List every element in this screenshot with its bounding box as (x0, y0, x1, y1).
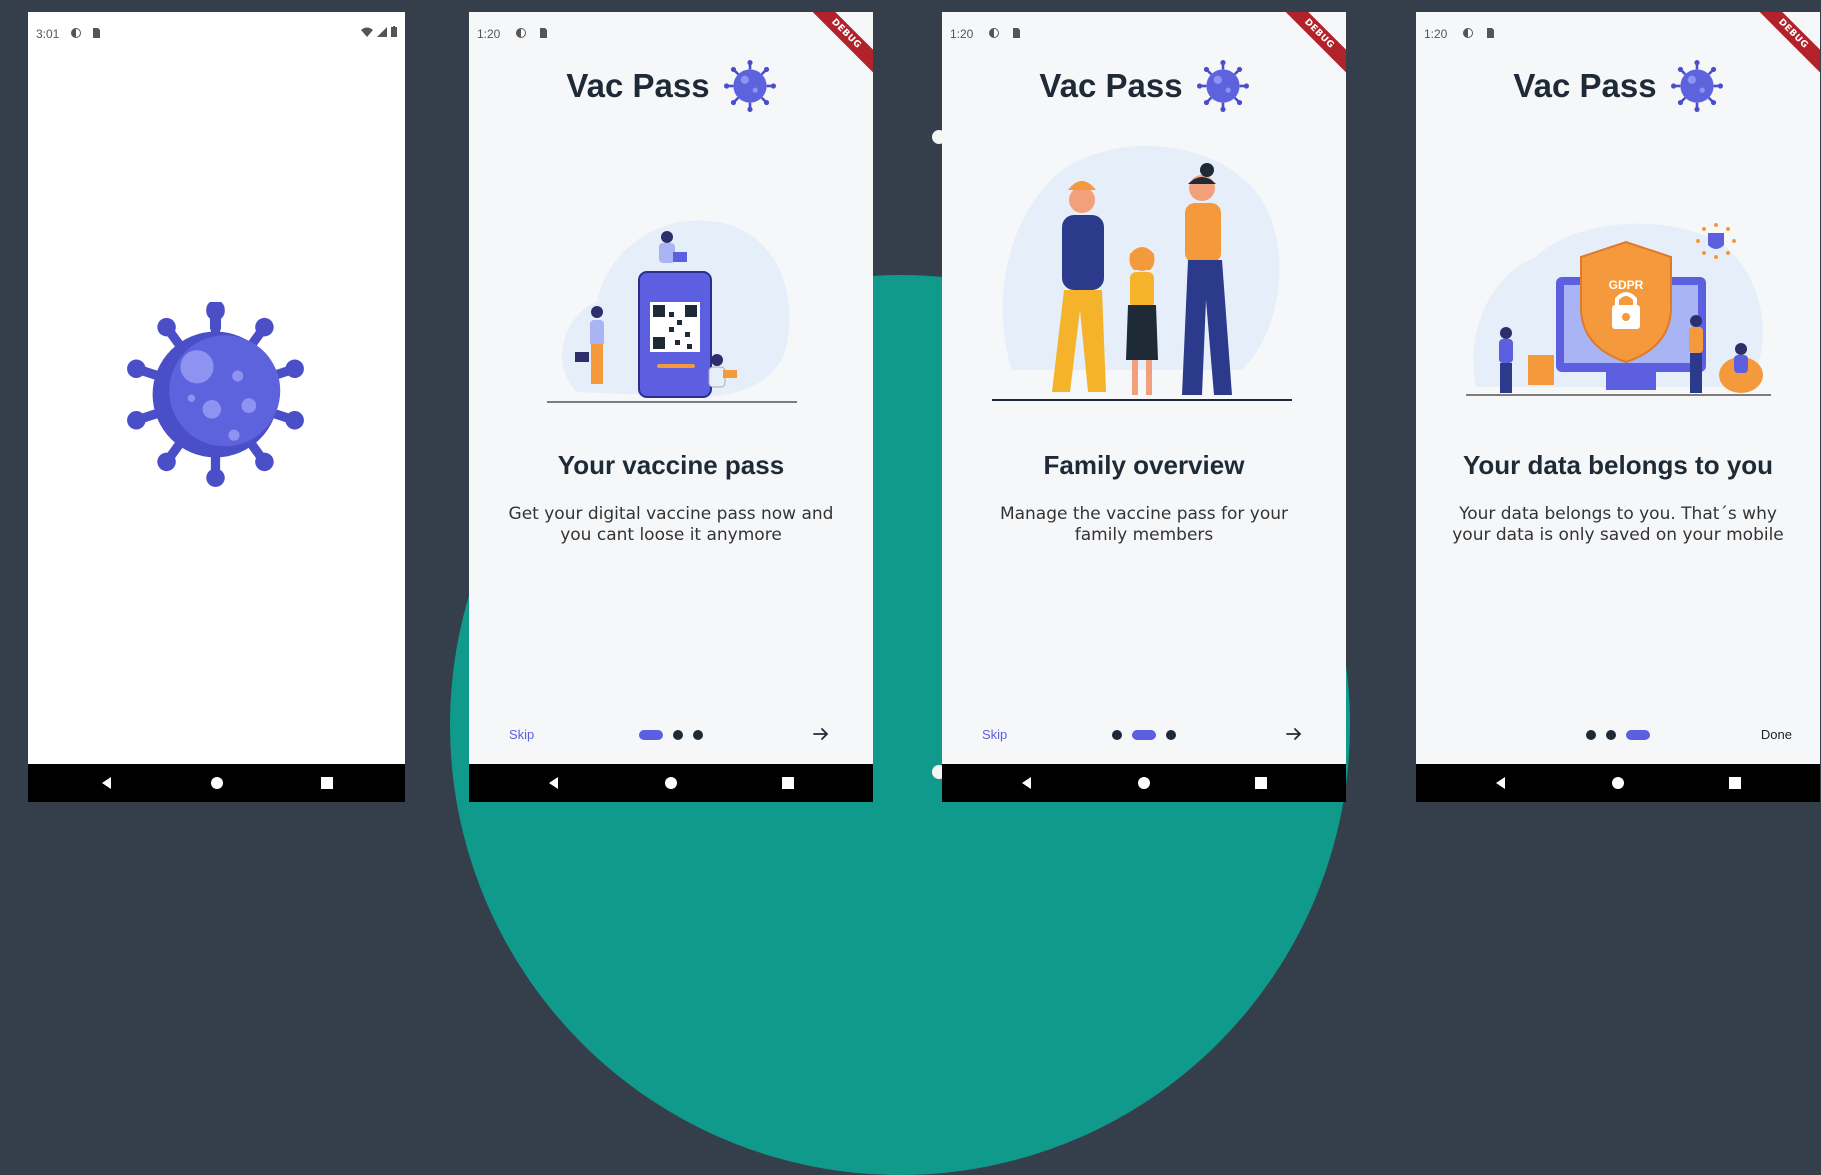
splash-screen: 3:01 (28, 12, 405, 802)
battery-icon (391, 26, 397, 37)
status-time: 1:20 (950, 27, 974, 41)
page-dot (1112, 730, 1122, 740)
page-dot (1166, 730, 1176, 740)
page-dot (673, 730, 683, 740)
gdpr-label: GDPR (1609, 278, 1644, 292)
home-icon[interactable] (662, 774, 680, 792)
sync-icon (1463, 28, 1473, 38)
virus-icon (723, 60, 776, 112)
pager-controls: Skip (942, 724, 1346, 746)
headline: Your data belongs to you (1462, 450, 1774, 480)
page-dot (1606, 730, 1616, 740)
sd-card-icon (540, 28, 547, 38)
recents-icon[interactable] (1252, 774, 1270, 792)
done-button[interactable]: Done (1761, 727, 1792, 742)
android-nav-bar (469, 764, 873, 802)
qr-pass-illustration (547, 220, 797, 403)
page-dot-active (639, 730, 663, 740)
page-dot-active (1132, 730, 1156, 740)
page-indicator (1416, 730, 1820, 740)
recents-icon[interactable] (1726, 774, 1744, 792)
page-dot-active (1626, 730, 1650, 740)
family-illustration (992, 146, 1292, 401)
description: Manage the vaccine pass for your family … (999, 504, 1289, 545)
virus-icon (1670, 60, 1723, 112)
recents-icon[interactable] (318, 774, 336, 792)
status-bar: 3:01 (28, 12, 405, 56)
sync-icon (516, 28, 526, 38)
virus-icon (1196, 60, 1249, 112)
arrow-right-icon[interactable] (1284, 724, 1304, 744)
brand-header: Vac Pass (1416, 60, 1820, 112)
home-icon[interactable] (1609, 774, 1627, 792)
android-nav-bar (28, 764, 405, 802)
sd-card-icon (1487, 28, 1494, 38)
description: Get your digital vaccine pass now and yo… (508, 504, 834, 545)
android-nav-bar (942, 764, 1346, 802)
onboarding-screen-3: 1:20 DEBUG Vac Pass GDPR Your data belon… (1416, 12, 1820, 802)
arrow-right-icon[interactable] (811, 724, 831, 744)
app-title: Vac Pass (566, 67, 710, 104)
home-icon[interactable] (208, 774, 226, 792)
pager-controls: Skip (469, 724, 873, 746)
pager-controls: Done (1416, 724, 1820, 746)
back-icon[interactable] (98, 774, 116, 792)
page-dot (693, 730, 703, 740)
sync-icon (71, 28, 81, 38)
headline: Your vaccine pass (557, 450, 785, 480)
status-icons (361, 26, 397, 37)
gdpr-illustration: GDPR (1466, 223, 1771, 396)
onboarding-screen-2: 1:20 DEBUG Vac Pass Family overview Mana… (942, 12, 1346, 802)
sd-card-icon (93, 28, 100, 38)
signal-icon (377, 26, 387, 37)
android-nav-bar (1416, 764, 1820, 802)
status-bar: 1:20 (469, 12, 873, 56)
sync-icon (989, 28, 999, 38)
page-dot (1586, 730, 1596, 740)
status-bar: 1:20 (1416, 12, 1820, 56)
app-title: Vac Pass (1513, 67, 1657, 104)
wifi-icon (361, 27, 373, 37)
status-time: 3:01 (36, 27, 60, 41)
virus-icon (127, 302, 304, 487)
headline: Family overview (1043, 450, 1245, 480)
description: Your data belongs to you. That´s why you… (1452, 504, 1784, 545)
app-title: Vac Pass (1039, 67, 1183, 104)
recents-icon[interactable] (779, 774, 797, 792)
back-icon[interactable] (1018, 774, 1036, 792)
status-bar: 1:20 (942, 12, 1346, 56)
home-icon[interactable] (1135, 774, 1153, 792)
brand-header: Vac Pass (469, 60, 873, 112)
status-time: 1:20 (477, 27, 501, 41)
sd-card-icon (1013, 28, 1020, 38)
brand-header: Vac Pass (942, 60, 1346, 112)
back-icon[interactable] (545, 774, 563, 792)
back-icon[interactable] (1492, 774, 1510, 792)
status-time: 1:20 (1424, 27, 1448, 41)
onboarding-screen-1: 1:20 DEBUG Vac Pass Your vaccine pass Ge… (469, 12, 873, 802)
